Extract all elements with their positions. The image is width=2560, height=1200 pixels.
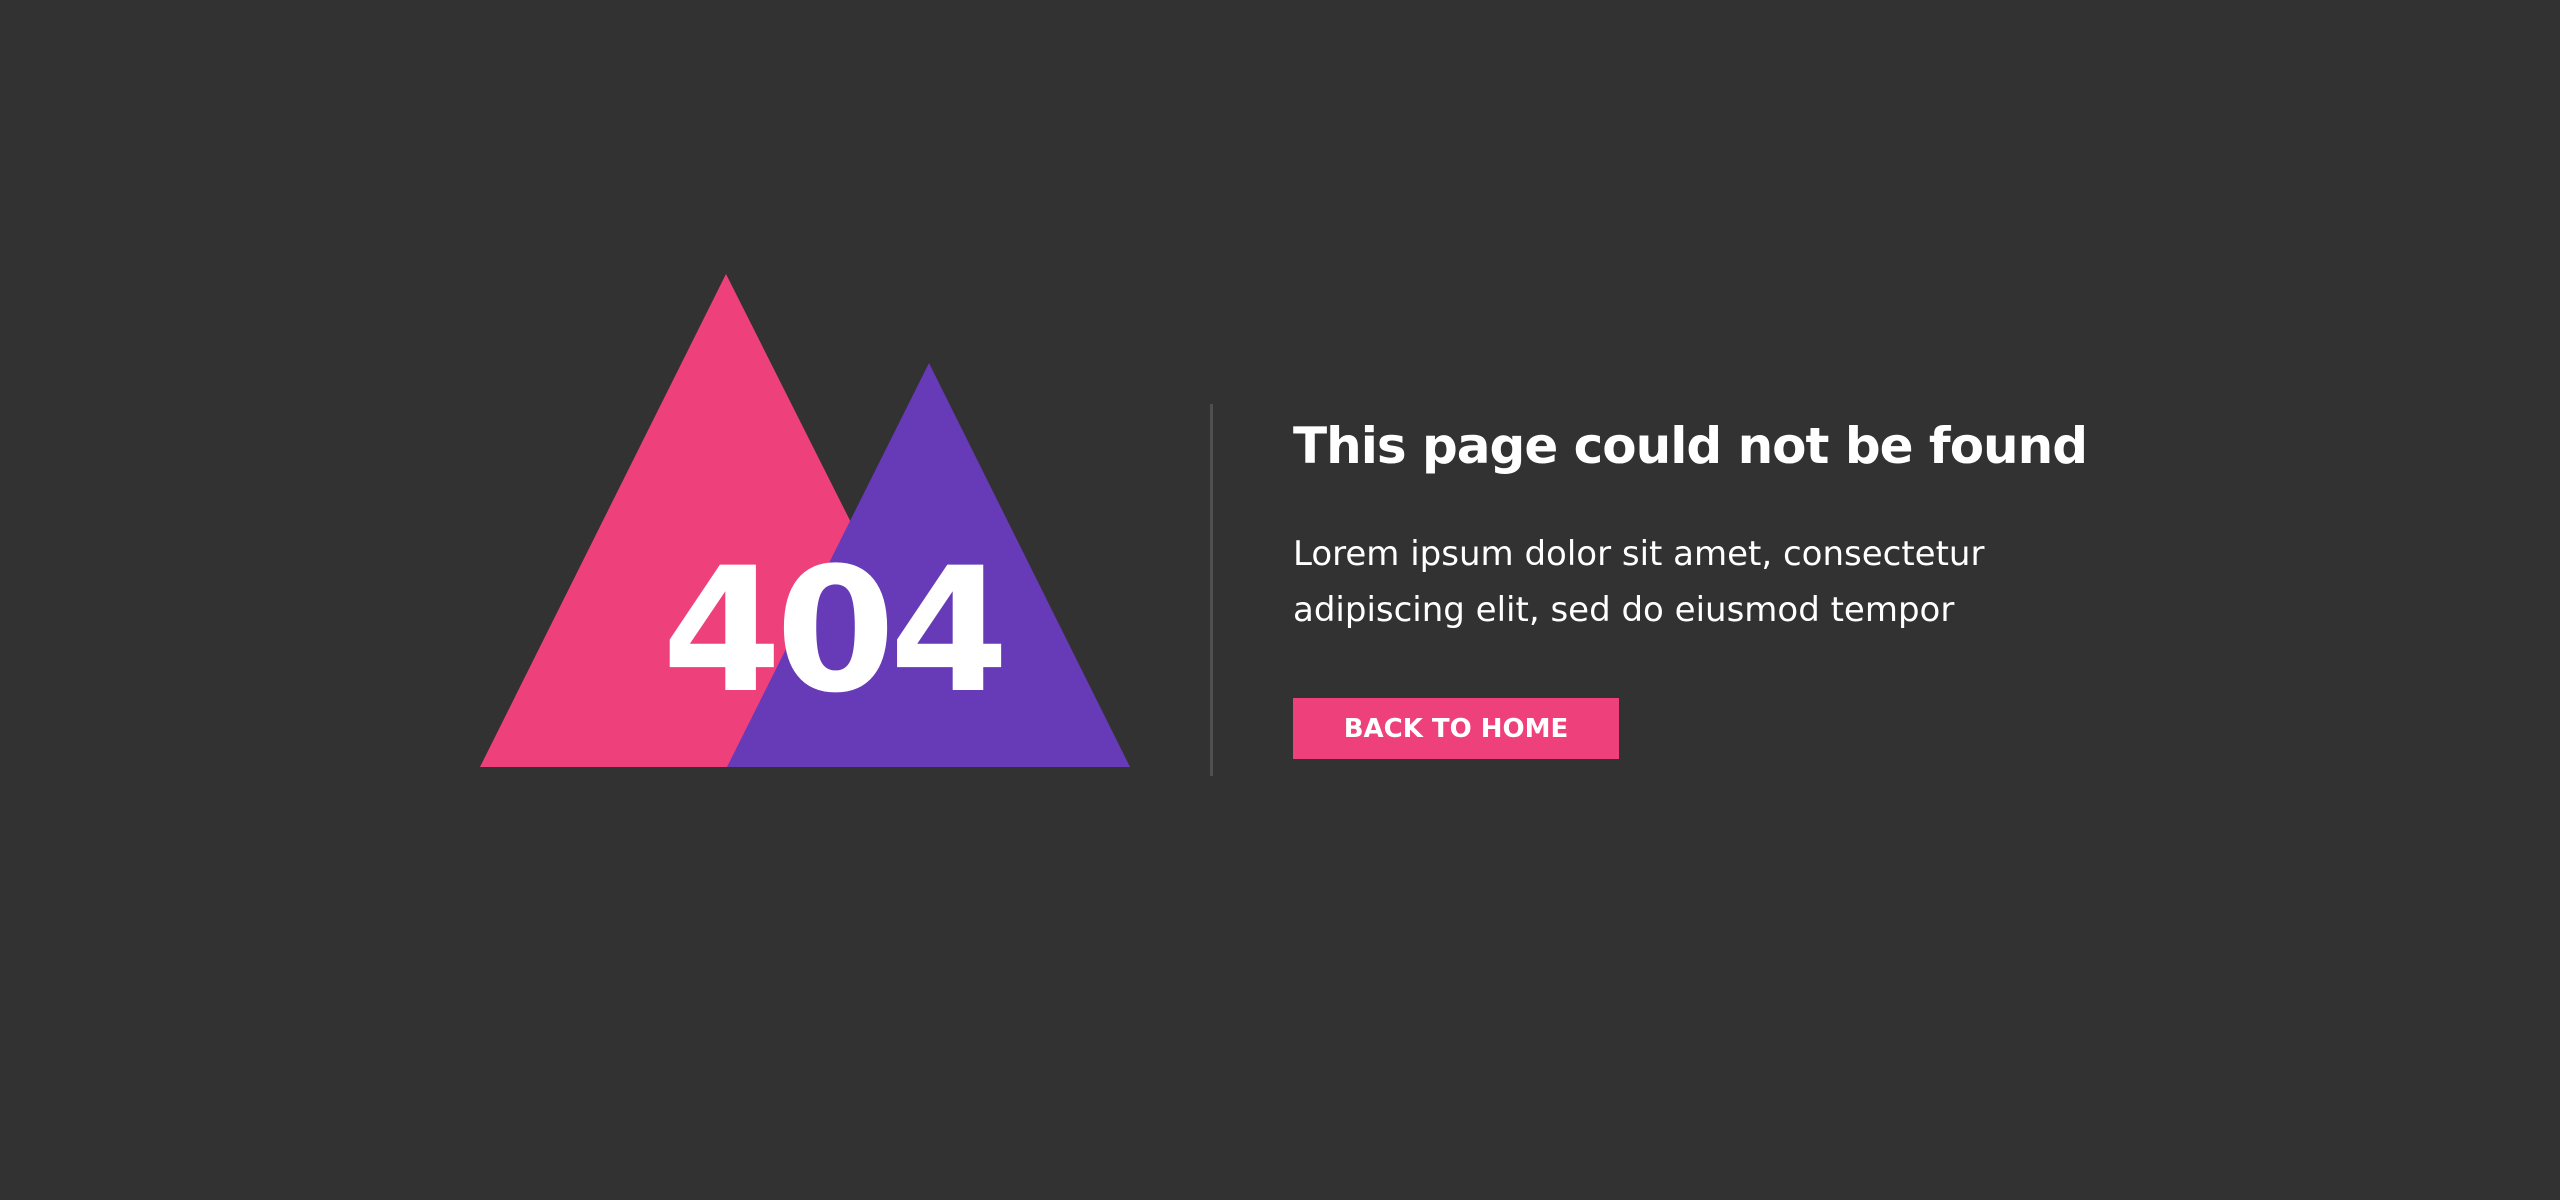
- page-title: This page could not be found: [1293, 417, 2088, 475]
- back-to-home-button[interactable]: BACK TO HOME: [1293, 698, 1619, 759]
- triangles-graphic: [480, 274, 1130, 767]
- error-page: 404 This page could not be found Lorem i…: [0, 0, 2560, 1200]
- vertical-divider: [1210, 404, 1213, 776]
- error-description: Lorem ipsum dolor sit amet, consectetur …: [1293, 534, 1985, 630]
- error-code: 404: [662, 530, 1009, 731]
